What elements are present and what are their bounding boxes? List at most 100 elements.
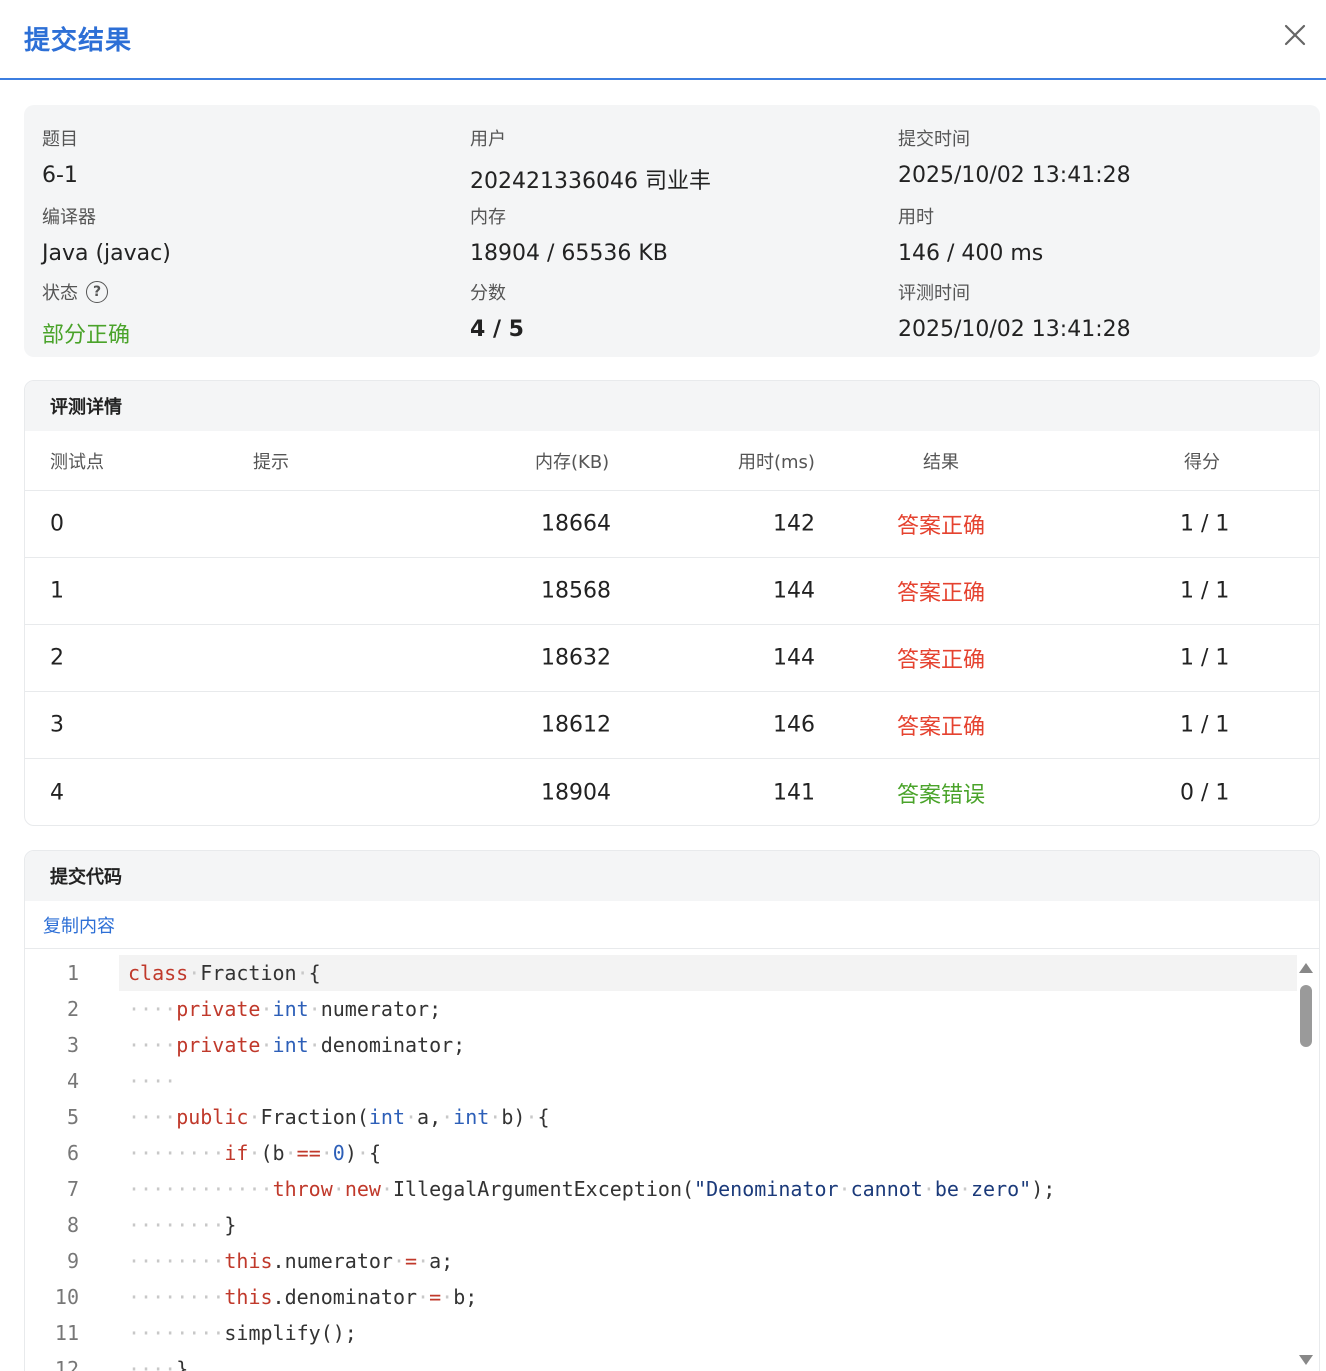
- problem-label: 题目: [42, 129, 78, 150]
- status-label-row: 状态 ?: [42, 279, 130, 305]
- cell-memory: 18904: [541, 780, 611, 805]
- judge-details-title: 评测详情: [25, 381, 1319, 431]
- line-number: 12: [54, 1357, 79, 1371]
- judge-time-label: 评测时间: [898, 283, 970, 304]
- info-time: 用时 146 / 400 ms: [898, 203, 1043, 266]
- code-text: ········if·(b·==·0)·{: [128, 1141, 381, 1165]
- info-memory: 内存 18904 / 65536 KB: [470, 203, 668, 266]
- cell-score: 1 / 1: [1180, 712, 1230, 738]
- code-text: ········this.numerator·=·a;: [128, 1249, 454, 1273]
- code-line: 12 ····}: [25, 1351, 1297, 1371]
- line-number: 7: [66, 1177, 79, 1201]
- memory-label: 内存: [470, 207, 506, 228]
- code-line: 6 ········if·(b·==·0)·{: [25, 1135, 1297, 1171]
- time-value: 146 / 400 ms: [898, 241, 1044, 266]
- code-line: 3 ····private·int·denominator;: [25, 1027, 1297, 1063]
- info-status: 状态 ? 部分正确: [42, 279, 130, 349]
- cell-score: 1 / 1: [1180, 511, 1230, 537]
- cell-case: 0: [50, 511, 64, 537]
- code-line: 9 ········this.numerator·=·a;: [25, 1243, 1297, 1279]
- info-compiler: 编译器 Java (javac): [42, 203, 171, 266]
- code-line: 2 ····private·int·numerator;: [25, 991, 1297, 1027]
- info-judge-time: 评测时间 2025/10/02 13:41:28: [898, 279, 1131, 342]
- code-line: 8 ········}: [25, 1207, 1297, 1243]
- line-number: 8: [66, 1213, 79, 1237]
- copy-content-button[interactable]: 复制内容: [43, 912, 115, 938]
- problem-value: 6-1: [42, 163, 78, 188]
- cell-result: 答案错误: [897, 782, 986, 808]
- table-row: 3 18612 146 答案正确 1 / 1: [25, 692, 1319, 759]
- dialog-header: 提交结果: [0, 0, 1326, 80]
- code-text: ········simplify();: [128, 1321, 357, 1345]
- copy-bar: 复制内容: [25, 901, 1319, 949]
- compiler-value: Java (javac): [42, 241, 171, 266]
- line-number: 5: [66, 1105, 79, 1129]
- score-label: 分数: [470, 283, 506, 304]
- cell-memory: 18612: [541, 712, 611, 738]
- cell-memory: 18568: [541, 578, 611, 604]
- dialog-title: 提交结果: [24, 26, 133, 56]
- line-number: 11: [54, 1321, 79, 1345]
- cell-result: 答案正确: [897, 715, 986, 740]
- status-value: 部分正确: [42, 323, 131, 348]
- code-line: 4 ····: [25, 1063, 1297, 1099]
- line-number: 4: [66, 1069, 79, 1093]
- info-problem: 题目 6-1: [42, 125, 78, 188]
- code-text: ····public·Fraction(int·a,·int·b)·{: [128, 1105, 550, 1129]
- table-row: 1 18568 144 答案正确 1 / 1: [25, 558, 1319, 625]
- cell-case: 3: [50, 712, 64, 738]
- col-memory: 内存(KB): [535, 451, 610, 473]
- details-table-header: 测试点 提示 内存(KB) 用时(ms) 结果 得分: [25, 431, 1319, 491]
- code-text: ····}: [128, 1357, 189, 1371]
- table-row: 0 18664 142 答案正确 1 / 1: [25, 491, 1319, 558]
- judge-details-card: 评测详情 测试点 提示 内存(KB) 用时(ms) 结果 得分 0 18664 14…: [24, 380, 1320, 826]
- line-number: 3: [66, 1033, 79, 1057]
- cell-result: 答案正确: [897, 648, 986, 673]
- col-score: 得分: [1184, 451, 1220, 473]
- cell-memory: 18664: [541, 511, 611, 537]
- code-scrollbar[interactable]: [1295, 955, 1319, 1365]
- cell-time: 142: [773, 511, 815, 537]
- compiler-label: 编译器: [42, 207, 96, 228]
- submit-time-value: 2025/10/02 13:41:28: [898, 163, 1131, 188]
- judge-time-value: 2025/10/02 13:41:28: [898, 317, 1131, 342]
- submitted-code-card: 提交代码 复制内容 1 class·Fraction·{2 ····private·…: [24, 850, 1320, 1371]
- code-editor[interactable]: 1 class·Fraction·{2 ····private·int·numera…: [25, 949, 1319, 1371]
- col-hint: 提示: [253, 451, 289, 473]
- cell-time: 141: [773, 780, 815, 805]
- scroll-up-icon[interactable]: [1299, 963, 1313, 973]
- code-line: 10 ········this.denominator·=·b;: [25, 1279, 1297, 1315]
- col-result: 结果: [923, 451, 959, 473]
- user-value: 202421336046 司业丰: [470, 169, 711, 194]
- scroll-down-icon[interactable]: [1299, 1355, 1313, 1365]
- table-row: 2 18632 144 答案正确 1 / 1: [25, 625, 1319, 692]
- cell-memory: 18632: [541, 645, 611, 671]
- cell-score: 1 / 1: [1180, 645, 1230, 671]
- cell-case: 2: [50, 645, 64, 671]
- line-number: 2: [66, 997, 79, 1021]
- cell-result: 答案正确: [897, 581, 986, 606]
- submit-time-label: 提交时间: [898, 129, 970, 150]
- col-case: 测试点: [50, 451, 104, 473]
- info-user: 用户 202421336046 司业丰: [470, 125, 711, 195]
- line-number: 10: [54, 1285, 79, 1309]
- code-line: 11 ········simplify();: [25, 1315, 1297, 1351]
- submitted-code-title: 提交代码: [25, 851, 1319, 901]
- code-text: ····private·int·numerator;: [128, 997, 442, 1021]
- details-table-body: 0 18664 142 答案正确 1 / 1 1 18568 144 答案正确 1 / 1 2 186…: [25, 491, 1319, 825]
- code-text: ········this.denominator·=·b;: [128, 1285, 478, 1309]
- info-score: 分数 4 / 5: [470, 279, 524, 342]
- scroll-thumb[interactable]: [1300, 985, 1312, 1047]
- cell-score: 0 / 1: [1180, 780, 1230, 805]
- time-label: 用时: [898, 207, 934, 228]
- close-icon[interactable]: [1280, 20, 1310, 50]
- code-text: ····: [128, 1069, 177, 1093]
- code-line: 5 ····public·Fraction(int·a,·int·b)·{: [25, 1099, 1297, 1135]
- score-value: 4 / 5: [470, 317, 524, 342]
- code-text: ············throw·new·IllegalArgumentExc…: [128, 1177, 1056, 1201]
- user-label: 用户: [470, 129, 506, 150]
- cell-case: 4: [50, 780, 64, 805]
- line-number: 9: [66, 1249, 79, 1273]
- help-circle-icon[interactable]: ?: [86, 281, 108, 303]
- cell-time: 146: [773, 712, 815, 738]
